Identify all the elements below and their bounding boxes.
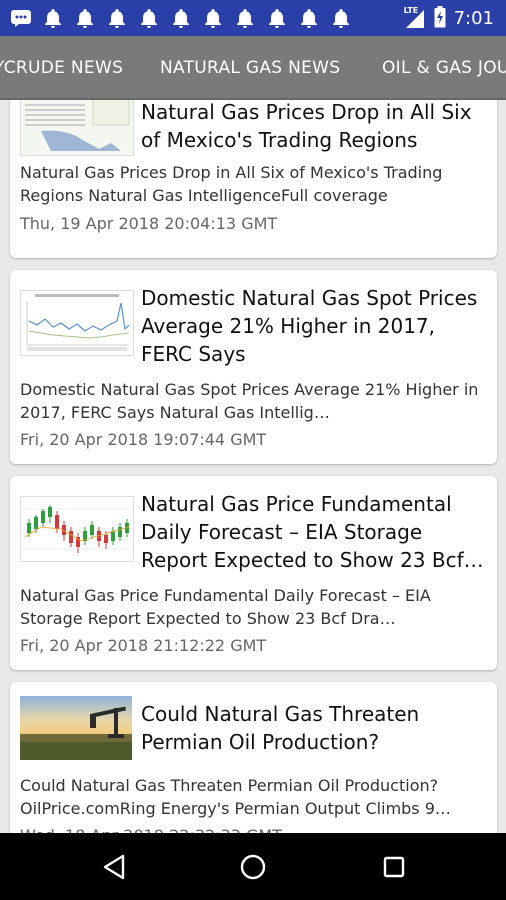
article-title[interactable]: Domestic Natural Gas Spot Prices Average…: [141, 284, 487, 368]
news-list[interactable]: Natural Gas Prices Drop in All Six of Me…: [0, 100, 506, 833]
article-description: Natural Gas Price Fundamental Daily Fore…: [20, 586, 431, 628]
bell-icon: [266, 7, 288, 29]
home-icon[interactable]: [235, 849, 271, 885]
article-description: Natural Gas Prices Drop in All Six of Me…: [20, 163, 443, 205]
bell-icon: [74, 7, 96, 29]
network-type-label: LTE: [403, 6, 419, 15]
bell-icon: [138, 7, 160, 29]
article-date: Wed, 18 Apr 2018 22:32:33 GMT: [20, 825, 282, 833]
tab-crude-news[interactable]: YCRUDE NEWS: [0, 36, 123, 100]
article-description: Domestic Natural Gas Spot Prices Average…: [20, 380, 479, 422]
system-status: LTE 7:01: [404, 6, 494, 32]
notification-icons: [10, 7, 352, 29]
news-card[interactable]: Could Natural Gas Threaten Permian Oil P…: [10, 682, 497, 833]
bell-icon: [170, 7, 192, 29]
bell-icon: [42, 7, 64, 29]
article-thumbnail: [20, 496, 134, 562]
tab-oil-gas-journal[interactable]: OIL & GAS JOU: [382, 36, 506, 100]
status-time: 7:01: [453, 8, 494, 29]
article-title[interactable]: Natural Gas Price Fundamental Daily Fore…: [141, 490, 487, 574]
article-thumbnail: [20, 696, 132, 760]
bell-icon: [202, 7, 224, 29]
article-thumbnail: [20, 100, 134, 156]
signal-icon: LTE: [403, 6, 426, 30]
article-date: Fri, 20 Apr 2018 19:07:44 GMT: [20, 430, 267, 449]
bell-icon: [298, 7, 320, 29]
battery-icon: [434, 6, 446, 32]
bell-icon: [234, 7, 256, 29]
article-date: Thu, 19 Apr 2018 20:04:13 GMT: [20, 214, 278, 233]
news-card[interactable]: Natural Gas Price Fundamental Daily Fore…: [10, 476, 497, 670]
article-title[interactable]: Could Natural Gas Threaten Permian Oil P…: [141, 700, 487, 756]
article-date: Fri, 20 Apr 2018 21:12:22 GMT: [20, 636, 267, 655]
message-icon: [10, 7, 32, 29]
bell-icon: [330, 7, 352, 29]
bell-icon: [106, 7, 128, 29]
back-icon[interactable]: [96, 849, 132, 885]
category-tab-bar: YCRUDE NEWS NATURAL GAS NEWS OIL & GAS J…: [0, 36, 506, 100]
article-description: Could Natural Gas Threaten Permian Oil P…: [20, 776, 451, 818]
tab-natural-gas-news[interactable]: NATURAL GAS NEWS: [160, 36, 340, 100]
news-card[interactable]: Natural Gas Prices Drop in All Six of Me…: [10, 100, 497, 258]
article-thumbnail: [20, 290, 134, 356]
system-nav-bar: [0, 833, 506, 900]
article-title[interactable]: Natural Gas Prices Drop in All Six of Me…: [141, 100, 487, 154]
news-card[interactable]: Domestic Natural Gas Spot Prices Average…: [10, 270, 497, 464]
status-bar: LTE 7:01: [0, 0, 506, 36]
recents-icon[interactable]: [376, 849, 412, 885]
